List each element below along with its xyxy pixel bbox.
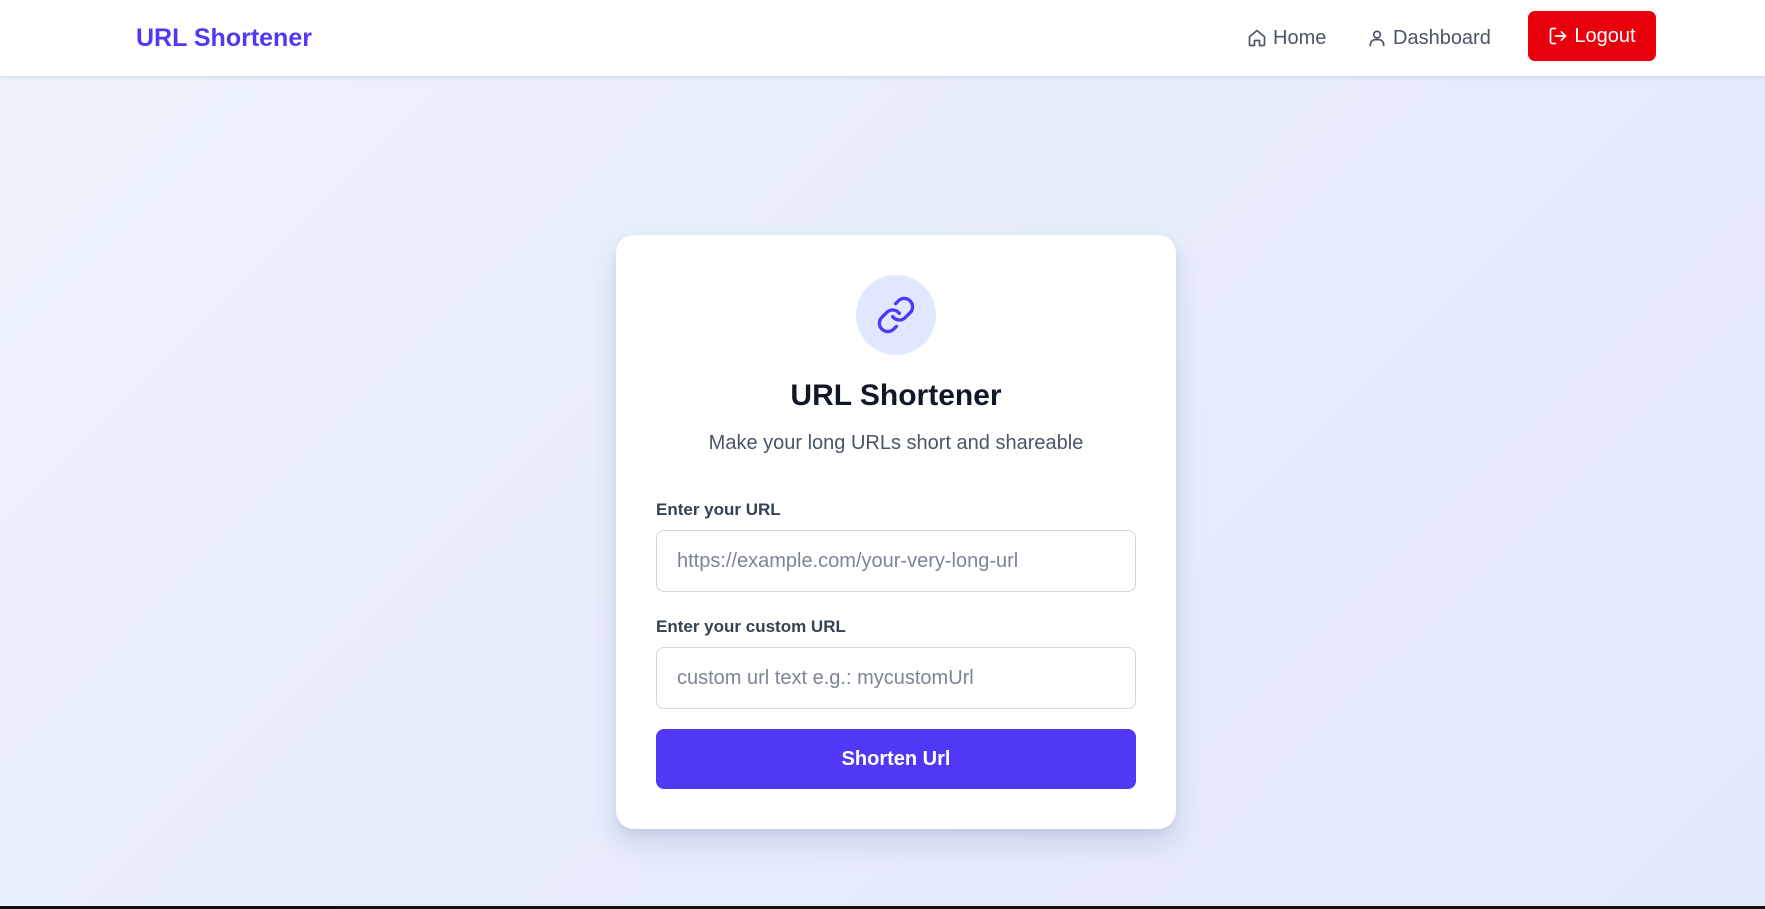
- custom-url-input[interactable]: [656, 647, 1136, 709]
- card-title: URL Shortener: [790, 379, 1002, 412]
- nav-link-home-label: Home: [1273, 26, 1327, 49]
- link-icon-badge: [856, 275, 936, 355]
- link-icon: [876, 295, 916, 335]
- nav-link-home[interactable]: Home: [1247, 22, 1326, 54]
- card-subtitle: Make your long URLs short and shareable: [708, 432, 1084, 454]
- brand-logo[interactable]: URL Shortener: [136, 22, 312, 54]
- nav-link-dashboard-label: Dashboard: [1393, 26, 1491, 49]
- logout-icon: [1548, 26, 1568, 46]
- nav-link-dashboard[interactable]: Dashboard: [1367, 22, 1491, 54]
- url-field-label: Enter your URL: [656, 500, 781, 519]
- shortener-card: URL Shortener Make your long URLs short …: [616, 235, 1176, 829]
- custom-url-field-label: Enter your custom URL: [656, 617, 846, 636]
- navbar: URL Shortener Home Dashboard Logout: [0, 0, 1765, 76]
- user-icon: [1367, 28, 1387, 48]
- logout-button[interactable]: Logout: [1528, 11, 1656, 61]
- logout-button-label: Logout: [1574, 24, 1636, 47]
- shorten-url-button[interactable]: Shorten Url: [656, 729, 1136, 789]
- url-input[interactable]: [656, 530, 1136, 592]
- home-icon: [1247, 28, 1267, 48]
